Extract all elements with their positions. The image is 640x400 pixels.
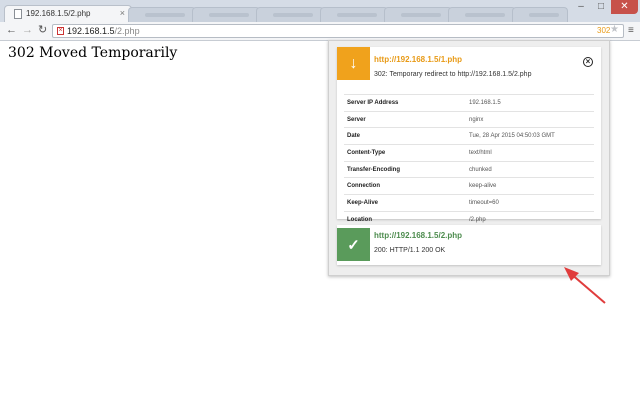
redirect-card: ↓ http://192.168.1.5/1.php 302: Temporar… — [337, 47, 601, 228]
redirect-path-popup: ↓ http://192.168.1.5/1.php 302: Temporar… — [328, 40, 610, 276]
tab-title-placeholder — [145, 13, 185, 17]
tab-background[interactable] — [192, 7, 260, 22]
browser-toolbar: ← → ↻ × 192.168.1.5/2.php 302 ★ — [0, 22, 640, 41]
header-value: Tue, 28 Apr 2015 04:50:03 GMT — [469, 127, 594, 145]
tab-close-icon[interactable]: × — [120, 8, 125, 18]
header-name: Date — [344, 127, 469, 145]
redirect-arrow-icon: ↓ — [337, 47, 370, 80]
header-value: timeout=60 — [469, 194, 594, 212]
table-row: Server IP Address 192.168.1.5 — [344, 94, 594, 112]
header-name: Server IP Address — [344, 94, 469, 112]
tab-active[interactable]: 192.168.1.5/2.php × — [4, 5, 132, 22]
table-row: Server nginx — [344, 110, 594, 128]
header-name: Server — [344, 110, 469, 128]
maximize-button[interactable]: □ — [591, 0, 611, 14]
table-row: Connection keep-alive — [344, 177, 594, 195]
table-row: Content-Type text/html — [344, 144, 594, 162]
header-value: 192.168.1.5 — [469, 94, 594, 112]
tab-title-placeholder — [465, 13, 505, 17]
tab-title-placeholder — [209, 13, 249, 17]
header-name: Content-Type — [344, 144, 469, 162]
back-button[interactable]: ← — [6, 24, 17, 37]
reload-button[interactable]: ↻ — [38, 24, 47, 37]
header-name: Transfer-Encoding — [344, 160, 469, 178]
tab-title: 192.168.1.5/2.php — [26, 9, 91, 18]
header-value: text/html — [469, 144, 594, 162]
header-name: Connection — [344, 177, 469, 195]
tab-background[interactable] — [320, 7, 388, 22]
address-url: 192.168.1.5/2.php — [67, 26, 140, 36]
address-bar[interactable]: × 192.168.1.5/2.php 302 ★ — [52, 24, 624, 38]
checkmark-icon: ✓ — [337, 228, 370, 261]
tab-title-placeholder — [401, 13, 441, 17]
tab-background[interactable] — [128, 7, 196, 22]
annotation-arrow-shaft — [569, 272, 606, 304]
browser-menu-icon[interactable]: ≡ — [628, 25, 634, 36]
tab-title-placeholder — [337, 13, 377, 17]
table-row: Keep-Alive timeout=60 — [344, 194, 594, 212]
redirect-url[interactable]: http://192.168.1.5/1.php — [374, 55, 462, 64]
tab-strip: 192.168.1.5/2.php × – □ ✕ — [0, 0, 640, 22]
page-icon — [14, 9, 22, 19]
redirect-status: 302: Temporary redirect to http://192.16… — [374, 71, 532, 78]
tab-background[interactable] — [512, 7, 568, 22]
bookmark-star-icon[interactable]: ★ — [610, 24, 619, 35]
table-row: Date Tue, 28 Apr 2015 04:50:03 GMT — [344, 127, 594, 145]
header-value: chunked — [469, 160, 594, 178]
final-response-card: ✓ http://192.168.1.5/2.php 200: HTTP/1.1… — [337, 225, 601, 265]
close-icon[interactable]: × — [583, 57, 593, 67]
minimize-button[interactable]: – — [571, 0, 591, 14]
tab-title-placeholder — [529, 13, 559, 17]
final-url[interactable]: http://192.168.1.5/2.php — [374, 231, 462, 240]
tab-background[interactable] — [384, 7, 452, 22]
header-value: nginx — [469, 110, 594, 128]
insecure-icon[interactable]: × — [57, 27, 64, 35]
header-name: Keep-Alive — [344, 194, 469, 212]
final-status: 200: HTTP/1.1 200 OK — [374, 247, 446, 254]
url-path: /2.php — [114, 26, 140, 36]
table-row: Transfer-Encoding chunked — [344, 160, 594, 178]
tab-background[interactable] — [256, 7, 324, 22]
url-host: 192.168.1.5 — [67, 26, 115, 36]
header-value: keep-alive — [469, 177, 594, 195]
tab-background[interactable] — [448, 7, 516, 22]
tab-title-placeholder — [273, 13, 313, 17]
extension-badge[interactable]: 302 — [597, 26, 610, 35]
forward-button[interactable]: → — [22, 24, 33, 37]
page-heading: 302 Moved Temporarily — [8, 45, 178, 61]
response-headers-table: Server IP Address 192.168.1.5 Server nginx… — [344, 94, 594, 228]
window-close-button[interactable]: ✕ — [611, 0, 638, 14]
